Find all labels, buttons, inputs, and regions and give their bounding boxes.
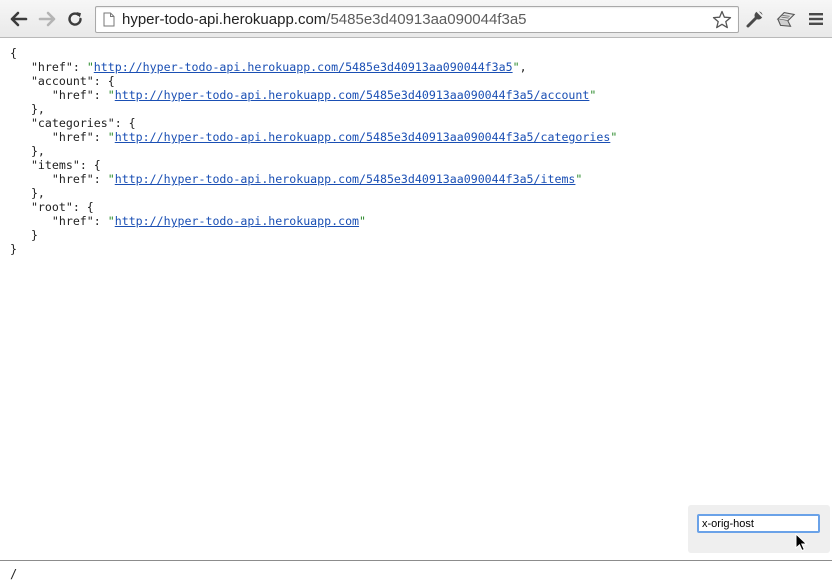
- page-icon: [103, 12, 115, 32]
- json-punctuation: : {: [79, 158, 101, 172]
- json-line: }: [10, 228, 617, 242]
- json-key: "href": [30, 60, 73, 74]
- extension-icon[interactable]: [776, 9, 796, 29]
- json-quote: ": [359, 214, 367, 228]
- json-view: { "href": "http://hyper-todo-api.herokua…: [10, 46, 617, 256]
- json-quote: ": [107, 172, 115, 186]
- json-line: "categories": {: [10, 116, 617, 130]
- bottom-text: /: [10, 567, 18, 581]
- json-line: {: [10, 46, 617, 60]
- json-line: "root": {: [10, 200, 617, 214]
- json-punctuation: : {: [114, 116, 136, 130]
- json-punctuation: : {: [93, 74, 115, 88]
- json-quote: ": [575, 172, 583, 186]
- json-key: "categories": [30, 116, 115, 130]
- json-link[interactable]: http://hyper-todo-api.herokuapp.com/5485…: [115, 172, 576, 186]
- json-key: "href": [51, 88, 94, 102]
- json-quote: ": [512, 60, 520, 74]
- back-arrow-icon[interactable]: [9, 8, 29, 30]
- json-quote: ": [107, 130, 115, 144]
- json-punctuation: :: [93, 214, 108, 228]
- json-punctuation: },: [10, 144, 45, 158]
- browser-toolbar: hyper-todo-api.herokuapp.com/5485e3d4091…: [0, 0, 832, 38]
- url-text[interactable]: hyper-todo-api.herokuapp.com/5485e3d4091…: [122, 11, 527, 29]
- json-line: "href": "http://hyper-todo-api.herokuapp…: [10, 88, 617, 102]
- json-key: "root": [30, 200, 73, 214]
- json-line: "account": {: [10, 74, 617, 88]
- json-quote: ": [86, 60, 94, 74]
- menu-icon[interactable]: [806, 9, 826, 29]
- url-path: /5485e3d40913aa090044f3a5: [326, 11, 527, 28]
- json-line: "href": "http://hyper-todo-api.herokuapp…: [10, 60, 617, 74]
- wrench-icon[interactable]: [745, 9, 765, 29]
- mouse-cursor-icon: [795, 532, 809, 558]
- json-punctuation: },: [10, 186, 45, 200]
- json-key: "href": [51, 130, 94, 144]
- json-punctuation: : {: [72, 200, 94, 214]
- json-line: },: [10, 144, 617, 158]
- json-quote: ": [610, 130, 618, 144]
- json-quote: ": [107, 88, 115, 102]
- json-line: "href": "http://hyper-todo-api.herokuapp…: [10, 172, 617, 186]
- reload-icon[interactable]: [65, 8, 85, 30]
- json-link[interactable]: http://hyper-todo-api.herokuapp.com/5485…: [115, 88, 590, 102]
- bottom-bar: /: [0, 560, 832, 588]
- json-link[interactable]: http://hyper-todo-api.herokuapp.com/5485…: [115, 130, 611, 144]
- json-punctuation: :: [93, 88, 108, 102]
- json-punctuation: }: [10, 242, 17, 256]
- json-link[interactable]: http://hyper-todo-api.herokuapp.com/5485…: [94, 60, 513, 74]
- json-key: "account": [30, 74, 94, 88]
- json-key: "href": [51, 172, 94, 186]
- star-icon[interactable]: [712, 10, 732, 35]
- json-line: }: [10, 242, 617, 256]
- header-name-input[interactable]: [697, 514, 820, 533]
- forward-arrow-icon[interactable]: [37, 8, 57, 30]
- json-punctuation: ,: [519, 60, 527, 74]
- json-key: "href": [51, 214, 94, 228]
- json-line: "href": "http://hyper-todo-api.herokuapp…: [10, 214, 617, 228]
- json-line: },: [10, 186, 617, 200]
- json-punctuation: },: [10, 102, 45, 116]
- json-punctuation: }: [10, 228, 38, 242]
- json-quote: ": [589, 88, 597, 102]
- json-punctuation: :: [72, 60, 87, 74]
- json-quote: ": [107, 214, 115, 228]
- json-line: },: [10, 102, 617, 116]
- json-key: "items": [30, 158, 80, 172]
- address-bar[interactable]: hyper-todo-api.herokuapp.com/5485e3d4091…: [95, 6, 739, 33]
- json-punctuation: :: [93, 130, 108, 144]
- json-line: "href": "http://hyper-todo-api.herokuapp…: [10, 130, 617, 144]
- json-line: "items": {: [10, 158, 617, 172]
- json-link[interactable]: http://hyper-todo-api.herokuapp.com: [115, 214, 359, 228]
- json-punctuation: :: [93, 172, 108, 186]
- json-punctuation: {: [10, 46, 17, 60]
- url-host: hyper-todo-api.herokuapp.com: [122, 11, 327, 28]
